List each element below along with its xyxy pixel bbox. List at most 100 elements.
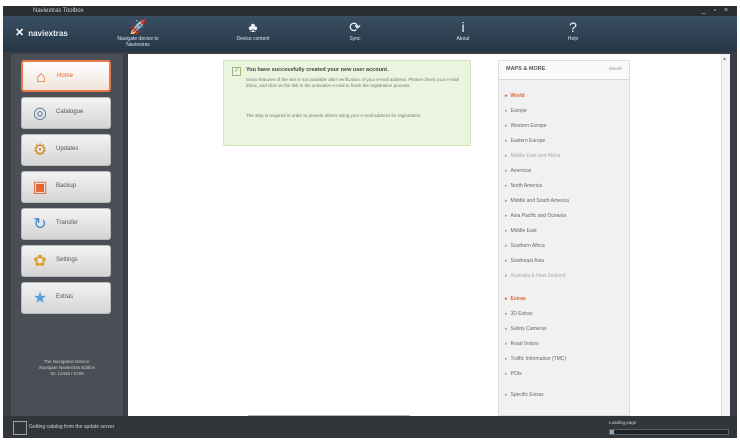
sidebar-item-extras[interactable]: ★ Extras xyxy=(21,282,111,314)
sidebar-item-label: Settings xyxy=(56,257,78,263)
bullet-icon: ▸ xyxy=(505,93,508,99)
bullet-icon: ▸ xyxy=(505,123,508,129)
bullet-icon: ▸ xyxy=(505,168,508,174)
region-link[interactable]: ▸ Americas xyxy=(505,168,531,174)
region-label: Southern Africa xyxy=(510,243,545,249)
bullet-icon: ▸ xyxy=(505,341,508,347)
region-label: Asia Pacific and Oceania xyxy=(510,213,567,219)
region-label: Middle East xyxy=(510,228,537,234)
title-bar: Naviextras Toolbox _ ▫ × xyxy=(3,6,737,16)
region-link[interactable]: ▸ Specific Extras xyxy=(505,392,544,398)
toolbar-button[interactable]: 🚀 Navigate device to Naviextras xyxy=(108,18,168,48)
region-label: Road Voices xyxy=(510,341,539,347)
refresh-icon: ⟳ xyxy=(349,19,361,35)
panel-details-link[interactable]: details xyxy=(609,66,622,71)
region-link[interactable]: ▸ Eastern Europe xyxy=(505,138,545,144)
region-label: North America xyxy=(510,183,543,189)
status-bar: Getting catalog from the update server L… xyxy=(3,416,737,438)
notice-title: You have successfully created your new u… xyxy=(246,67,389,73)
notice-text: Some features of the site is not availab… xyxy=(246,77,459,88)
bullet-icon: ▸ xyxy=(505,371,508,377)
progress-bar xyxy=(609,429,729,435)
help-icon: ? xyxy=(569,19,577,35)
region-link[interactable]: ▸ Middle East xyxy=(505,228,537,234)
sidebar-item-label: Catalogue xyxy=(56,109,84,115)
bullet-icon: ▸ xyxy=(505,228,508,234)
vertical-scrollbar[interactable]: ▴ xyxy=(721,54,730,418)
region-label: Middle East and Africa xyxy=(510,153,561,159)
notice-text: The step is required in order to prevent… xyxy=(246,113,422,118)
region-link[interactable]: ▸ Southern Africa xyxy=(505,243,545,249)
region-link[interactable]: ▸ Traffic Information (TMC) xyxy=(505,356,566,362)
region-link[interactable]: ▸ Australia & New Zealand xyxy=(505,273,566,279)
region-link[interactable]: ▸ POIs xyxy=(505,371,522,377)
backup-icon: ▣ xyxy=(32,179,48,196)
sidebar-item-transfer[interactable]: ↻ Transfer xyxy=(21,208,111,240)
rocket-icon: 🚀 xyxy=(129,19,147,35)
sidebar: ⌂ Home ◎ Catalogue ⚙ Updates ▣ Backup ↻ Transfer ✿… xyxy=(11,54,123,416)
region-link[interactable]: ▸ North America xyxy=(505,183,542,189)
settings-icon: ✿ xyxy=(33,253,47,270)
maps-panel: MAPS & MORE details ▸ World ▸ Europe ▸ Wester… xyxy=(498,60,630,416)
bullet-icon: ▸ xyxy=(505,258,508,264)
status-message: Getting catalog from the update server xyxy=(29,424,115,430)
app-window: Naviextras Toolbox _ ▫ × ✕ naviextras 🚀 Na… xyxy=(3,6,737,438)
main-content: ✓ You have successfully created your new… xyxy=(128,54,730,418)
progress-fill xyxy=(610,430,614,434)
brand-name: naviextras xyxy=(28,29,68,38)
region-label: Europe xyxy=(510,108,527,114)
toolbar-button-label: About xyxy=(456,36,470,42)
panel-header: MAPS & MORE details xyxy=(499,61,629,80)
sidebar-item-catalogue[interactable]: ◎ Catalogue xyxy=(21,97,111,129)
region-label: Western Europe xyxy=(510,123,547,129)
success-notice: ✓ You have successfully created your new… xyxy=(223,60,471,146)
sidebar-item-label: Backup xyxy=(56,183,77,189)
region-link[interactable]: ▸ Southeast Asia xyxy=(505,258,544,264)
sidebar-item-backup[interactable]: ▣ Backup xyxy=(21,171,111,203)
bullet-icon: ▸ xyxy=(505,183,508,189)
region-link[interactable]: ▸ Asia Pacific and Oceania xyxy=(505,213,566,219)
bullet-icon: ▸ xyxy=(505,296,508,302)
bullet-icon: ▸ xyxy=(505,198,508,204)
toolbar-button[interactable]: i About xyxy=(433,18,493,42)
region-label: Safety Cameras xyxy=(510,326,547,332)
region-label: Extras xyxy=(510,296,526,302)
toolbar-button[interactable]: ⟳ Sync xyxy=(325,18,385,42)
region-link[interactable]: ▸ Western Europe xyxy=(505,123,547,129)
tree-icon: ♣ xyxy=(248,19,258,35)
toolbar-button[interactable]: ? Help xyxy=(543,18,603,42)
toolbar-button[interactable]: ♣ Device content xyxy=(223,18,283,42)
region-link[interactable]: ▸ Middle and South America xyxy=(505,198,569,204)
info-icon: i xyxy=(461,19,465,35)
toolbar: ✕ naviextras 🚀 Navigate device to Naviextr… xyxy=(3,16,737,52)
home-icon: ⌂ xyxy=(36,69,46,86)
sidebar-item-label: Transfer xyxy=(56,220,79,226)
bullet-icon: ▸ xyxy=(505,108,508,114)
sidebar-item-updates[interactable]: ⚙ Updates xyxy=(21,134,111,166)
region-label: 3D Extras xyxy=(510,311,533,317)
region-link[interactable]: ▸ Middle East and Africa xyxy=(505,153,560,159)
toolbar-button-label: Sync xyxy=(349,36,361,42)
sidebar-item-label: Home xyxy=(57,73,74,79)
region-link[interactable]: ▸ Road Voices xyxy=(505,341,539,347)
window-controls[interactable]: _ ▫ × xyxy=(702,6,731,16)
region-link[interactable]: ▸ Extras xyxy=(505,296,526,302)
region-label: Middle and South America xyxy=(510,198,569,204)
region-label: Traffic Information (TMC) xyxy=(510,356,567,362)
bullet-icon: ▸ xyxy=(505,326,508,332)
toolbar-button-label: Navigate device to Naviextras xyxy=(117,36,159,48)
panel-title: MAPS & MORE xyxy=(506,66,546,72)
region-link[interactable]: ▸ Safety Cameras xyxy=(505,326,546,332)
sidebar-item-home[interactable]: ⌂ Home xyxy=(21,60,111,92)
region-link[interactable]: ▸ 3D Extras xyxy=(505,311,532,317)
extras-icon: ★ xyxy=(32,290,48,307)
region-label: Southeast Asia xyxy=(510,258,544,264)
region-link[interactable]: ▸ Europe xyxy=(505,108,527,114)
bullet-icon: ▸ xyxy=(505,153,508,159)
bullet-icon: ▸ xyxy=(505,392,508,398)
bullet-icon: ▸ xyxy=(505,356,508,362)
region-link[interactable]: ▸ World xyxy=(505,93,525,99)
scroll-up-icon[interactable]: ▴ xyxy=(723,55,726,62)
device-info: The Navigation Device: iNavigate Naviext… xyxy=(21,359,113,377)
sidebar-item-settings[interactable]: ✿ Settings xyxy=(21,245,111,277)
